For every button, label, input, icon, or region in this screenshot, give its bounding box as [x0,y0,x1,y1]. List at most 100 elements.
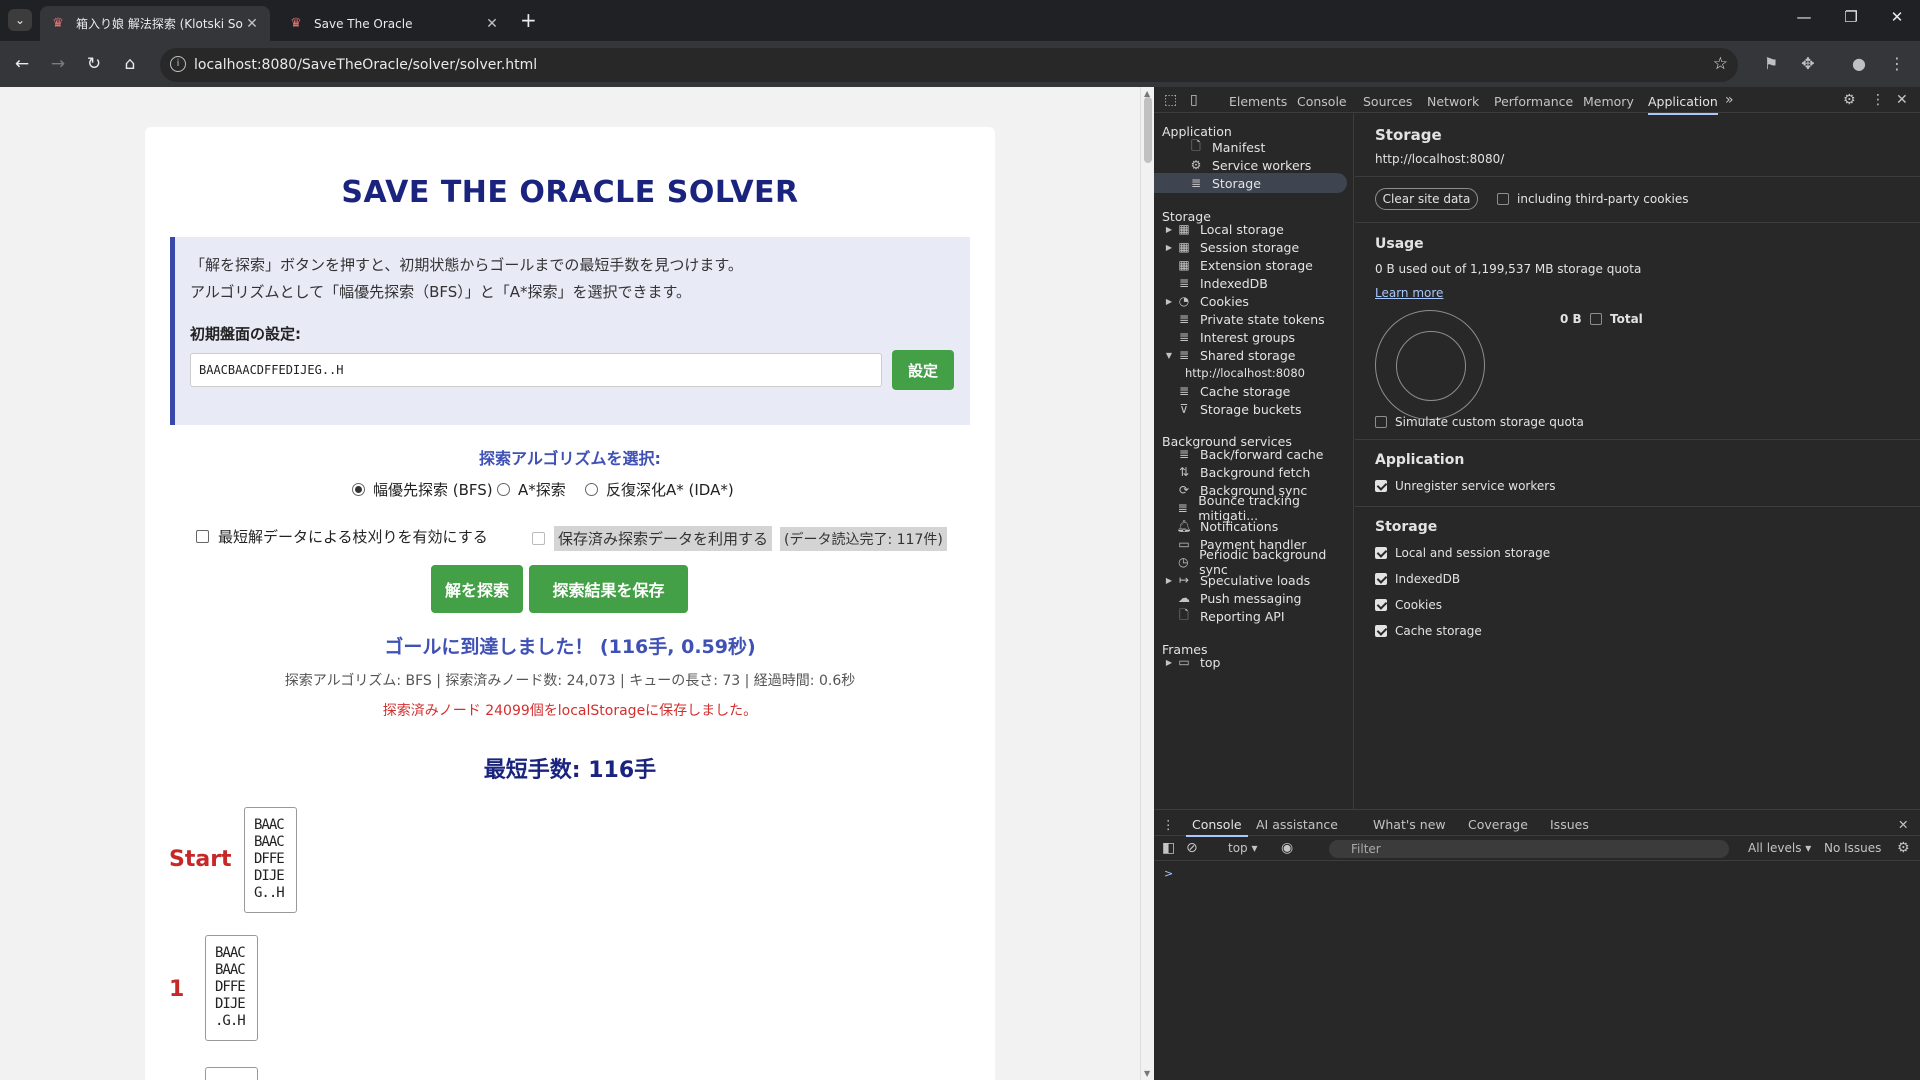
total-legend[interactable]: Total [1590,312,1643,326]
indexeddb-checkbox[interactable]: IndexedDB [1375,572,1460,586]
drawer-tab-coverage[interactable]: Coverage [1468,817,1528,832]
drawer-tab-ai-assistance[interactable]: AI assistance [1256,817,1338,832]
devtools-tab-memory[interactable]: Memory [1583,94,1634,109]
cache-storage-checkbox[interactable]: Cache storage [1375,624,1482,638]
checkbox-box[interactable] [1375,625,1387,637]
drawer-tab-issues[interactable]: Issues [1550,817,1589,832]
sidebar-item-background-fetch[interactable]: ⇅ Background fetch [1154,462,1354,482]
device-toolbar-icon[interactable]: ▯ [1190,92,1198,108]
sidebar-item-session-storage[interactable]: ▶ ▦ Session storage [1154,237,1354,257]
sidebar-item-cookies[interactable]: ▶ ◔ Cookies [1154,291,1354,311]
checkbox-box[interactable] [1497,193,1509,205]
devtools-tab-elements[interactable]: Elements [1229,94,1287,109]
sidebar-item-service-workers[interactable]: ⚙ Service workers [1166,155,1366,175]
checkbox-box[interactable] [1375,480,1387,492]
radio-astar[interactable]: A*探索 [497,479,566,500]
close-window-button[interactable]: ✕ [1882,8,1912,26]
devtools-tab-network[interactable]: Network [1427,94,1479,109]
checkbox-box[interactable] [1375,573,1387,585]
sidebar-item-storage[interactable]: ≣ Storage [1154,173,1347,193]
drawer-tab-whats-new[interactable]: What's new [1373,817,1446,832]
site-info-icon[interactable]: i [170,56,186,72]
devtools-tab-sources[interactable]: Sources [1363,94,1412,109]
scrollbar-thumb[interactable] [1144,97,1152,163]
back-button[interactable]: ← [10,54,34,74]
local-session-checkbox[interactable]: Local and session storage [1375,546,1550,560]
tab-search-button[interactable]: ⌄ [8,9,32,31]
sidebar-item-frame-top[interactable]: ▶ ▭ top [1154,652,1354,672]
close-drawer-icon[interactable]: ✕ [1898,817,1908,832]
sidebar-item-cache-storage[interactable]: ≣ Cache storage [1154,381,1354,401]
tab-klotski-solver[interactable]: ♛ 箱入り娘 解法探索 (Klotski Solver) ✕ [40,6,270,41]
sidebar-item-extension-storage[interactable]: ▦ Extension storage [1154,255,1354,275]
profile-avatar-icon[interactable]: ● [1848,54,1870,73]
sidebar-item-interest-groups[interactable]: ≣ Interest groups [1154,327,1354,347]
page-scrollbar[interactable]: ▲ ▼ [1140,87,1154,1080]
sidebar-item-speculative-loads[interactable]: ▶ ↦ Speculative loads [1154,570,1354,590]
context-selector[interactable]: top ▾ [1228,841,1258,855]
bookmark-star-icon[interactable]: ☆ [1713,54,1728,74]
sidebar-item-indexeddb[interactable]: ≣ IndexedDB [1154,273,1354,293]
forward-button[interactable]: → [46,54,70,74]
devtools-menu-icon[interactable]: ⋮ [1871,92,1885,108]
home-button[interactable]: ⌂ [118,54,142,74]
radio-bfs[interactable]: 幅優先探索 (BFS) [352,479,493,500]
legend-swatch[interactable] [1590,313,1602,325]
radio-dot[interactable] [497,483,510,496]
sidebar-item-local-storage[interactable]: ▶ ▦ Local storage [1154,219,1354,239]
live-expression-eye-icon[interactable]: ◉ [1281,840,1293,856]
minimize-button[interactable]: — [1789,8,1819,26]
set-config-button[interactable]: 設定 [892,350,954,390]
checkbox-box[interactable] [1375,547,1387,559]
console-settings-gear-icon[interactable]: ⚙ [1897,840,1910,856]
reload-button[interactable]: ↻ [82,54,106,74]
sidebar-item-shared-storage-origin[interactable]: http://localhost:8080 [1154,363,1354,383]
cookies-checkbox[interactable]: Cookies [1375,598,1442,612]
checkbox-box[interactable] [1375,416,1387,428]
console-filter-input[interactable]: Filter [1329,840,1729,858]
clear-site-data-button[interactable]: Clear site data [1375,188,1478,210]
prune-checkbox[interactable]: 最短解データによる枝刈りを有効にする [196,526,488,547]
issues-counter[interactable]: No Issues [1824,841,1881,855]
sidebar-item-bfcache[interactable]: ≣ Back/forward cache [1154,444,1354,464]
sidebar-item-storage-buckets[interactable]: ⊽ Storage buckets [1154,399,1354,419]
sidebar-item-bounce-tracking[interactable]: ≣ Bounce tracking mitigati... [1154,493,1354,523]
new-tab-button[interactable]: + [520,9,537,31]
sidebar-item-notifications[interactable]: 🔔︎ Notifications [1154,516,1354,536]
radio-dot[interactable] [352,483,365,496]
drawer-menu-icon[interactable]: ⋮ [1162,817,1175,832]
sidebar-item-periodic-sync[interactable]: ◷ Periodic background sync [1154,547,1354,577]
close-devtools-icon[interactable]: ✕ [1896,92,1908,108]
radio-dot[interactable] [585,483,598,496]
checkbox-box[interactable] [196,530,209,543]
initial-board-input[interactable] [190,353,882,387]
log-levels-dropdown[interactable]: All levels ▾ [1748,841,1811,855]
devtools-tab-console[interactable]: Console [1297,94,1347,109]
sidebar-toggle-icon[interactable]: ◧ [1162,840,1175,856]
close-tab-icon[interactable]: ✕ [244,16,260,32]
sidebar-item-manifest[interactable]: 🗋 Manifest [1166,137,1366,157]
checkbox-box[interactable] [1375,599,1387,611]
restore-button[interactable]: ❐ [1836,8,1866,26]
radio-idastar[interactable]: 反復深化A* (IDA*) [585,479,734,500]
checkbox-box[interactable] [532,532,545,545]
unregister-sw-checkbox[interactable]: Unregister service workers [1375,479,1555,493]
simulate-quota-checkbox[interactable]: Simulate custom storage quota [1375,415,1584,429]
close-tab-icon[interactable]: ✕ [484,16,500,32]
console-prompt[interactable]: > [1164,867,1173,880]
address-bar[interactable]: i localhost:8080/SaveTheOracle/solver/so… [160,48,1738,82]
browser-menu-icon[interactable]: ⋮ [1886,54,1908,73]
clear-console-icon[interactable]: ⊘ [1186,840,1198,856]
learn-more-link[interactable]: Learn more [1375,286,1443,300]
url-text[interactable]: localhost:8080/SaveTheOracle/solver/solv… [194,57,537,73]
sidebar-item-reporting-api[interactable]: 🗋 Reporting API [1154,606,1354,626]
devtools-tab-performance[interactable]: Performance [1494,94,1573,109]
extensions-puzzle-icon[interactable]: ✥ [1797,54,1819,73]
use-saved-data-checkbox[interactable]: 保存済み探索データを利用する (データ読込完了: 117件) [532,526,947,551]
scroll-down-arrow-icon[interactable]: ▼ [1144,1069,1150,1078]
tab-save-the-oracle[interactable]: ♛ Save The Oracle ✕ [278,6,510,41]
third-party-cookies-checkbox[interactable]: including third-party cookies [1497,192,1689,206]
more-tabs-icon[interactable]: » [1725,92,1734,108]
drawer-tab-console[interactable]: Console [1186,817,1248,837]
devtools-tab-application[interactable]: Application [1648,94,1718,115]
